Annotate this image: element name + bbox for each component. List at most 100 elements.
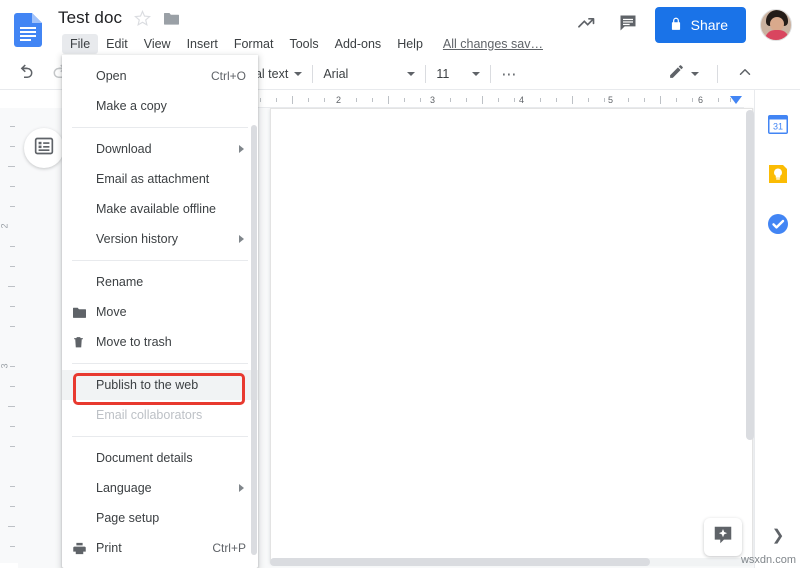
menu-item-document-details[interactable]: Document details	[62, 443, 258, 473]
menu-item-label: Move	[96, 305, 127, 319]
chevron-down-icon	[407, 72, 416, 76]
horizontal-scrollbar[interactable]	[270, 558, 753, 566]
menu-item-label: Make a copy	[96, 99, 167, 113]
google-keep-icon[interactable]	[766, 162, 790, 186]
menu-item-label: Language	[96, 481, 152, 495]
vertical-scrollbar-thumb[interactable]	[746, 110, 754, 440]
document-page[interactable]	[270, 108, 753, 563]
menu-help[interactable]: Help	[389, 34, 431, 54]
toolbar-divider	[312, 65, 314, 83]
menu-divider	[72, 436, 248, 437]
menu-item-label: Make available offline	[96, 202, 216, 216]
more-horizontal-icon[interactable]: ⋯	[501, 65, 517, 83]
show-document-outline-button[interactable]	[24, 128, 64, 168]
folder-icon	[72, 306, 94, 319]
menu-format[interactable]: Format	[226, 34, 282, 54]
avatar[interactable]	[760, 9, 792, 41]
menu-item-label: Email as attachment	[96, 172, 210, 186]
document-title-row: Test doc	[58, 8, 180, 28]
file-menu-dropdown[interactable]: Open Ctrl+O Make a copy Download Email a…	[62, 55, 258, 568]
menu-add-ons[interactable]: Add-ons	[327, 34, 390, 54]
ruler-number-vertical: 3	[0, 363, 10, 369]
save-status-label[interactable]: All changes sav…	[443, 37, 543, 51]
menu-item-label: Email collaborators	[96, 408, 203, 422]
menu-item-rename[interactable]: Rename	[62, 267, 258, 297]
share-button[interactable]: Share	[654, 7, 746, 43]
toolbar-history-group	[18, 58, 68, 90]
comment-history-button[interactable]	[609, 6, 647, 44]
chevron-up-icon[interactable]	[736, 63, 754, 86]
menu-item-label: Download	[96, 142, 152, 156]
menu-item-label: Document details	[96, 451, 193, 465]
menu-edit[interactable]: Edit	[98, 34, 136, 54]
menu-bar: File Edit View Insert Format Tools Add-o…	[62, 34, 543, 54]
ruler-number: 5	[608, 95, 614, 105]
page-title[interactable]: Test doc	[58, 8, 122, 28]
menu-divider	[72, 260, 248, 261]
menu-item-open[interactable]: Open Ctrl+O	[62, 61, 258, 91]
menu-item-label: Print	[96, 541, 122, 555]
font-family-dropdown[interactable]: Arial	[323, 67, 416, 81]
ruler-number: 6	[698, 95, 704, 105]
toolbar-divider	[425, 65, 427, 83]
explore-icon	[712, 524, 734, 551]
chevron-down-icon	[691, 72, 699, 76]
menu-item-publish-to-the-web[interactable]: Publish to the web	[62, 370, 258, 400]
menu-tools[interactable]: Tools	[281, 34, 326, 54]
share-button-label: Share	[690, 17, 728, 33]
app-header: Test doc File Edit View Insert Format To…	[0, 0, 800, 58]
undo-icon[interactable]	[18, 63, 36, 86]
chevron-down-icon	[294, 72, 303, 76]
horizontal-ruler[interactable]: 2 3 4 5 6	[252, 92, 744, 108]
menu-item-label: Page setup	[96, 511, 160, 525]
submenu-arrow-icon	[239, 235, 244, 243]
menu-item-shortcut: Ctrl+P	[212, 541, 246, 555]
menu-item-move-to-trash[interactable]: Move to trash	[62, 327, 258, 357]
menu-file[interactable]: File	[62, 34, 99, 54]
toolbar-mode-group	[668, 58, 754, 90]
menu-view[interactable]: View	[136, 34, 179, 54]
menu-item-version-history[interactable]: Version history	[62, 224, 258, 254]
menu-insert[interactable]: Insert	[179, 34, 226, 54]
indent-marker[interactable]	[730, 96, 742, 104]
menu-item-email-as-attachment[interactable]: Email as attachment	[62, 164, 258, 194]
ruler-number: 4	[519, 95, 525, 105]
menu-scrollbar[interactable]	[251, 125, 257, 555]
header-actions: Share	[567, 6, 792, 44]
activity-dashboard-button[interactable]	[567, 6, 605, 44]
trash-icon	[72, 335, 94, 350]
menu-item-label: Publish to the web	[96, 378, 199, 392]
menu-item-label: Open	[96, 69, 127, 83]
menu-item-label: Version history	[96, 232, 178, 246]
menu-divider	[72, 363, 248, 364]
font-family-value: Arial	[323, 67, 349, 81]
horizontal-scrollbar-thumb[interactable]	[270, 558, 650, 566]
menu-item-page-setup[interactable]: Page setup	[62, 503, 258, 533]
menu-item-download[interactable]: Download	[62, 134, 258, 164]
vertical-ruler[interactable]: 2 3	[0, 108, 18, 563]
printer-icon	[72, 541, 94, 556]
toolbar-style-group: nal text Arial 11 ⋯	[248, 58, 517, 90]
move-to-folder-icon[interactable]	[163, 11, 180, 26]
toolbar-divider	[490, 65, 492, 83]
menu-item-make-available-offline[interactable]: Make available offline	[62, 194, 258, 224]
menu-item-make-a-copy[interactable]: Make a copy	[62, 91, 258, 121]
ruler-number-vertical: 2	[0, 223, 10, 229]
menu-item-move[interactable]: Move	[62, 297, 258, 327]
vertical-scrollbar[interactable]	[746, 110, 754, 440]
star-outline-icon[interactable]	[134, 9, 152, 27]
lock-icon	[669, 17, 683, 34]
menu-item-print[interactable]: Print Ctrl+P	[62, 533, 258, 563]
chevron-right-icon[interactable]: ❯	[768, 526, 788, 546]
ruler-number: 3	[430, 95, 436, 105]
google-tasks-icon[interactable]	[766, 212, 790, 236]
svg-text:31: 31	[773, 122, 783, 132]
font-size-dropdown[interactable]: 11	[436, 67, 481, 81]
google-calendar-icon[interactable]: 31	[766, 112, 790, 136]
submenu-arrow-icon	[239, 145, 244, 153]
explore-button[interactable]	[704, 518, 742, 556]
side-panel: 31 ❯	[754, 90, 800, 568]
google-docs-logo-icon	[14, 13, 42, 47]
menu-item-language[interactable]: Language	[62, 473, 258, 503]
editing-mode-dropdown[interactable]	[668, 63, 699, 85]
